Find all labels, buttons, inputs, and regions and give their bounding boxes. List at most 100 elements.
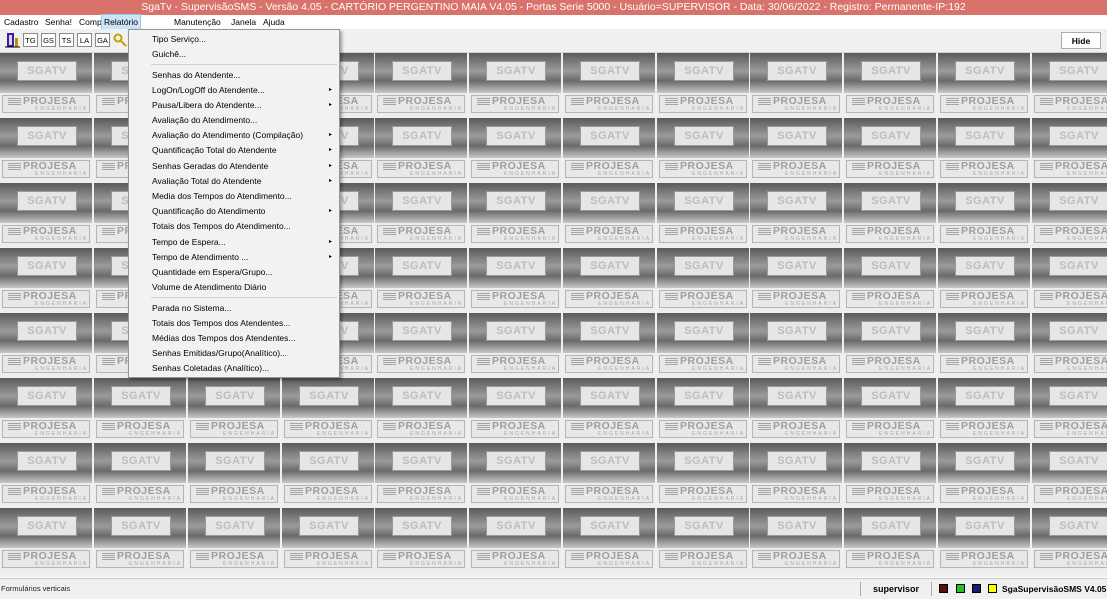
attendant-tile[interactable]: SGATV PROJESAENGENHARIA (657, 183, 749, 247)
attendant-tile[interactable]: SGATV PROJESAENGENHARIA (563, 248, 655, 312)
attendant-tile[interactable]: SGATV PROJESAENGENHARIA (282, 378, 374, 442)
menu-item[interactable]: Senhas Geradas do Atendente ▸ (129, 159, 339, 174)
menu-janela[interactable]: Janela (229, 15, 258, 29)
attendant-tile[interactable]: SGATV PROJESAENGENHARIA (469, 53, 561, 117)
attendant-tile[interactable]: SGATV PROJESAENGENHARIA (844, 53, 936, 117)
attendant-tile[interactable]: SGATV PROJESAENGENHARIA (0, 378, 92, 442)
attendant-tile[interactable]: SGATV PROJESAENGENHARIA (1032, 313, 1107, 377)
attendant-tile[interactable]: SGATV PROJESAENGENHARIA (750, 183, 842, 247)
attendant-tile[interactable]: SGATV PROJESAENGENHARIA (844, 508, 936, 572)
attendant-tile[interactable]: SGATV PROJESAENGENHARIA (844, 378, 936, 442)
menu-item[interactable]: Tempo de Atendimento ... ▸ (129, 250, 339, 265)
attendant-tile[interactable]: SGATV PROJESAENGENHARIA (844, 183, 936, 247)
attendant-tile[interactable]: SGATV PROJESAENGENHARIA (469, 183, 561, 247)
toolbar-ts-button[interactable]: TS (59, 33, 74, 47)
attendant-tile[interactable]: SGATV PROJESAENGENHARIA (563, 118, 655, 182)
attendant-tile[interactable]: SGATV PROJESAENGENHARIA (188, 508, 280, 572)
attendant-tile[interactable]: SGATV PROJESAENGENHARIA (0, 508, 92, 572)
attendant-tile[interactable]: SGATV PROJESAENGENHARIA (469, 248, 561, 312)
attendant-tile[interactable]: SGATV PROJESAENGENHARIA (938, 53, 1030, 117)
attendant-tile[interactable]: SGATV PROJESAENGENHARIA (0, 183, 92, 247)
attendant-tile[interactable]: SGATV PROJESAENGENHARIA (469, 118, 561, 182)
attendant-tile[interactable]: SGATV PROJESAENGENHARIA (750, 508, 842, 572)
attendant-tile[interactable]: SGATV PROJESAENGENHARIA (375, 118, 467, 182)
menu-item[interactable]: Quantidade em Espera/Grupo... (129, 265, 339, 280)
attendant-tile[interactable]: SGATV PROJESAENGENHARIA (563, 53, 655, 117)
attendant-tile[interactable]: SGATV PROJESAENGENHARIA (94, 508, 186, 572)
attendant-tile[interactable]: SGATV PROJESAENGENHARIA (657, 508, 749, 572)
attendant-tile[interactable]: SGATV PROJESAENGENHARIA (750, 443, 842, 507)
attendant-tile[interactable]: SGATV PROJESAENGENHARIA (750, 313, 842, 377)
door-exit-icon[interactable] (5, 32, 20, 48)
attendant-tile[interactable]: SGATV PROJESAENGENHARIA (563, 313, 655, 377)
attendant-tile[interactable]: SGATV PROJESAENGENHARIA (563, 508, 655, 572)
attendant-tile[interactable]: SGATV PROJESAENGENHARIA (750, 248, 842, 312)
attendant-tile[interactable]: SGATV PROJESAENGENHARIA (657, 118, 749, 182)
attendant-tile[interactable]: SGATV PROJESAENGENHARIA (1032, 248, 1107, 312)
attendant-tile[interactable]: SGATV PROJESAENGENHARIA (469, 378, 561, 442)
menu-item[interactable]: Tipo Serviço... (129, 32, 339, 47)
attendant-tile[interactable]: SGATV PROJESAENGENHARIA (375, 443, 467, 507)
attendant-tile[interactable]: SGATV PROJESAENGENHARIA (1032, 53, 1107, 117)
toolbar-la-button[interactable]: LA (77, 33, 92, 47)
menu-item[interactable]: Avaliação Total do Atendente ▸ (129, 174, 339, 189)
toolbar-gs-button[interactable]: GS (41, 33, 56, 47)
attendant-tile[interactable]: SGATV PROJESAENGENHARIA (282, 443, 374, 507)
attendant-tile[interactable]: SGATV PROJESAENGENHARIA (188, 443, 280, 507)
menu-relatorio[interactable]: Relatório (101, 14, 142, 30)
toolbar-ga-button[interactable]: GA (95, 33, 110, 47)
attendant-tile[interactable]: SGATV PROJESAENGENHARIA (375, 508, 467, 572)
attendant-tile[interactable]: SGATV PROJESAENGENHARIA (750, 118, 842, 182)
attendant-tile[interactable]: SGATV PROJESAENGENHARIA (375, 248, 467, 312)
attendant-tile[interactable]: SGATV PROJESAENGENHARIA (938, 443, 1030, 507)
menu-item[interactable]: Totais dos Tempos do Atendimento... (129, 219, 339, 234)
attendant-tile[interactable]: SGATV PROJESAENGENHARIA (469, 508, 561, 572)
attendant-tile[interactable]: SGATV PROJESAENGENHARIA (844, 313, 936, 377)
menu-item[interactable]: Senhas Coletadas (Analítico)... (129, 361, 339, 376)
menu-item[interactable]: Senhas Emitidas/Grupo(Analítico)... (129, 346, 339, 361)
menu-item[interactable]: Tempo de Espera... ▸ (129, 235, 339, 250)
attendant-tile[interactable]: SGATV PROJESAENGENHARIA (657, 248, 749, 312)
menu-item[interactable]: Pausa/Libera do Atendente... ▸ (129, 98, 339, 113)
attendant-tile[interactable]: SGATV PROJESAENGENHARIA (563, 183, 655, 247)
attendant-tile[interactable]: SGATV PROJESAENGENHARIA (563, 378, 655, 442)
attendant-tile[interactable]: SGATV PROJESAENGENHARIA (469, 443, 561, 507)
attendant-tile[interactable]: SGATV PROJESAENGENHARIA (750, 53, 842, 117)
attendant-tile[interactable]: SGATV PROJESAENGENHARIA (0, 443, 92, 507)
menu-item[interactable]: Quantificação do Atendimento ▸ (129, 204, 339, 219)
attendant-tile[interactable]: SGATV PROJESAENGENHARIA (938, 378, 1030, 442)
attendant-tile[interactable]: SGATV PROJESAENGENHARIA (844, 118, 936, 182)
attendant-tile[interactable]: SGATV PROJESAENGENHARIA (657, 378, 749, 442)
menu-item[interactable]: Guichê... (129, 47, 339, 62)
menu-item[interactable]: Volume de Atendimento Diário (129, 280, 339, 295)
attendant-tile[interactable]: SGATV PROJESAENGENHARIA (375, 313, 467, 377)
menu-item[interactable]: LogOn/LogOff do Atendente... ▸ (129, 83, 339, 98)
attendant-tile[interactable]: SGATV PROJESAENGENHARIA (563, 443, 655, 507)
attendant-tile[interactable]: SGATV PROJESAENGENHARIA (375, 53, 467, 117)
attendant-tile[interactable]: SGATV PROJESAENGENHARIA (657, 313, 749, 377)
attendant-tile[interactable]: SGATV PROJESAENGENHARIA (1032, 378, 1107, 442)
menu-item[interactable]: Quantificação Total do Atendente ▸ (129, 143, 339, 158)
attendant-tile[interactable]: SGATV PROJESAENGENHARIA (0, 118, 92, 182)
attendant-tile[interactable]: SGATV PROJESAENGENHARIA (0, 248, 92, 312)
attendant-tile[interactable]: SGATV PROJESAENGENHARIA (844, 248, 936, 312)
menu-senha[interactable]: Senha! (43, 15, 74, 29)
attendant-tile[interactable]: SGATV PROJESAENGENHARIA (938, 508, 1030, 572)
attendant-tile[interactable]: SGATV PROJESAENGENHARIA (657, 443, 749, 507)
attendant-tile[interactable]: SGATV PROJESAENGENHARIA (750, 378, 842, 442)
attendant-tile[interactable]: SGATV PROJESAENGENHARIA (1032, 508, 1107, 572)
attendant-tile[interactable]: SGATV PROJESAENGENHARIA (844, 443, 936, 507)
attendant-tile[interactable]: SGATV PROJESAENGENHARIA (282, 508, 374, 572)
hide-button[interactable]: Hide (1061, 32, 1101, 49)
menu-item[interactable]: Parada no Sistema... (129, 301, 339, 316)
attendant-tile[interactable]: SGATV PROJESAENGENHARIA (94, 443, 186, 507)
menu-item[interactable]: Avaliação do Atendimento (Compilação) ▸ (129, 128, 339, 143)
attendant-tile[interactable]: SGATV PROJESAENGENHARIA (1032, 183, 1107, 247)
attendant-tile[interactable]: SGATV PROJESAENGENHARIA (188, 378, 280, 442)
menu-item[interactable]: Avaliação do Atendimento... (129, 113, 339, 128)
menu-manutencao[interactable]: Manutenção (172, 15, 223, 29)
attendant-tile[interactable]: SGATV PROJESAENGENHARIA (375, 378, 467, 442)
menu-item[interactable]: Médias dos Tempos dos Atendentes... (129, 331, 339, 346)
menu-item[interactable]: Totais dos Tempos dos Atendentes... (129, 316, 339, 331)
attendant-tile[interactable]: SGATV PROJESAENGENHARIA (657, 53, 749, 117)
